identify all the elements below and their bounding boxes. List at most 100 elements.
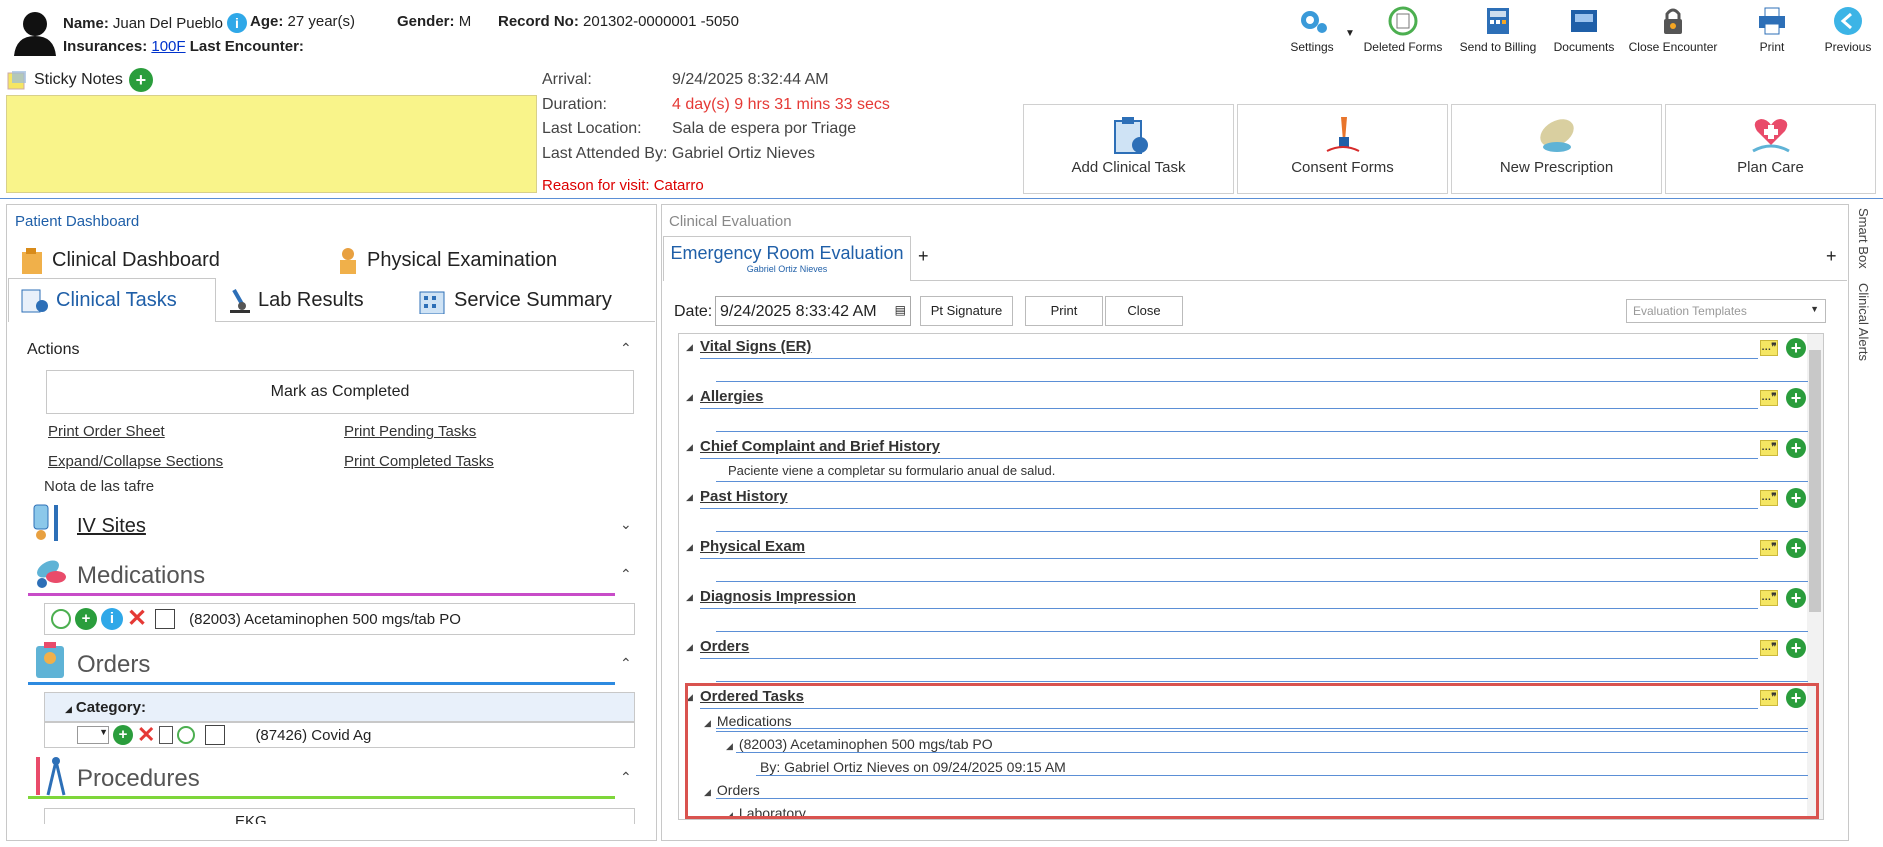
evaluation-print-button[interactable]: Print: [1025, 296, 1103, 326]
tab-clinical-tasks[interactable]: Clinical Tasks: [20, 286, 177, 314]
add-section-button[interactable]: +: [1786, 438, 1806, 458]
tab-lab-results[interactable]: Lab Results: [228, 286, 364, 314]
section-toggle[interactable]: ◢: [686, 542, 693, 553]
chevron-up-icon[interactable]: ⌃: [620, 340, 632, 357]
section-header[interactable]: Chief Complaint and Brief History: [700, 438, 940, 455]
previous-button[interactable]: Previous: [1803, 6, 1883, 54]
quote-note-icon[interactable]: …❞: [1760, 390, 1778, 406]
calculator-icon: [1487, 8, 1509, 34]
add-panel-button[interactable]: +: [1826, 246, 1837, 267]
arrival-label: Arrival:: [542, 71, 592, 88]
smart-box-tab[interactable]: Smart Box: [1856, 208, 1871, 269]
quote-note-icon[interactable]: …❞: [1760, 490, 1778, 506]
info-icon[interactable]: i: [101, 608, 123, 630]
quote-note-icon[interactable]: …❞: [1760, 590, 1778, 606]
last-encounter-label: Last Encounter:: [189, 38, 304, 55]
procedures-header: Procedures: [77, 765, 200, 792]
chevron-up-icon[interactable]: ⌃: [620, 655, 632, 672]
consent-forms-button[interactable]: Consent Forms: [1237, 104, 1448, 194]
add-section-button[interactable]: +: [1786, 338, 1806, 358]
add-section-button[interactable]: +: [1786, 538, 1806, 558]
deleted-forms-button[interactable]: Deleted Forms: [1358, 6, 1448, 54]
add-section-button[interactable]: +: [1786, 638, 1806, 658]
duration-label: Duration:: [542, 95, 607, 113]
checkbox[interactable]: [205, 725, 226, 745]
section-header[interactable]: Past History: [700, 488, 788, 505]
medication-row[interactable]: + i ✕ (82003) Acetaminophen 500 mgs/tab …: [44, 603, 635, 635]
print-order-sheet-link[interactable]: Print Order Sheet: [48, 423, 165, 440]
delete-icon[interactable]: ✕: [127, 607, 147, 631]
delete-icon[interactable]: ✕: [137, 724, 155, 746]
sticky-notes-area[interactable]: [6, 95, 537, 193]
patient-gender: M: [458, 13, 472, 30]
send-to-billing-button[interactable]: Send to Billing: [1453, 6, 1543, 54]
refresh-icon[interactable]: [177, 726, 196, 744]
section-toggle[interactable]: ◢: [686, 492, 693, 503]
info-icon[interactable]: i: [226, 13, 247, 33]
ordered-by-text: By: Gabriel Ortiz Nieves on 09/24/2025 0…: [760, 759, 1066, 775]
tab-emergency-room-evaluation[interactable]: Emergency Room Evaluation Gabriel Ortiz …: [663, 236, 911, 281]
section-header[interactable]: Allergies: [700, 388, 763, 405]
quote-note-icon[interactable]: …❞: [1760, 440, 1778, 456]
last-attended-value: Gabriel Ortiz Nieves: [671, 144, 816, 162]
documents-button[interactable]: Documents: [1539, 6, 1629, 54]
calendar-icon[interactable]: ▤: [895, 303, 906, 317]
section-toggle[interactable]: ◢: [686, 592, 693, 603]
printer-icon: [1759, 7, 1785, 35]
quote-note-icon[interactable]: …❞: [1760, 540, 1778, 556]
chevron-down-icon[interactable]: ▼: [1345, 28, 1355, 39]
section-toggle[interactable]: ◢: [686, 642, 693, 653]
dropdown-icon[interactable]: ▼: [77, 726, 109, 744]
add-tab-button[interactable]: +: [918, 246, 929, 267]
section-toggle[interactable]: ◢: [686, 442, 693, 453]
evaluation-close-button[interactable]: Close: [1105, 296, 1183, 326]
orders-icon: [34, 640, 68, 683]
chevron-up-icon[interactable]: ⌃: [620, 566, 632, 583]
plan-care-button[interactable]: Plan Care: [1665, 104, 1876, 194]
checkbox[interactable]: [155, 609, 176, 629]
section-toggle[interactable]: ◢: [686, 342, 693, 353]
record-number: 201302-0000001 -5050: [583, 13, 739, 30]
new-prescription-button[interactable]: New Prescription: [1451, 104, 1662, 194]
print-pending-tasks-link[interactable]: Print Pending Tasks: [344, 423, 476, 440]
clinical-tasks-icon: [21, 289, 48, 313]
section-header[interactable]: Physical Exam: [700, 538, 805, 555]
add-section-button[interactable]: +: [1786, 588, 1806, 608]
chevron-up-icon[interactable]: ⌃: [620, 769, 632, 786]
add-sticky-note-button[interactable]: +: [128, 68, 153, 92]
tab-service-summary[interactable]: Service Summary: [418, 286, 612, 314]
date-field[interactable]: 9/24/2025 8:33:42 AM ▤: [715, 296, 911, 326]
refresh-icon[interactable]: [51, 609, 71, 629]
mark-as-completed-button[interactable]: Mark as Completed: [46, 370, 634, 414]
ordered-medications-group: Medications: [716, 713, 792, 729]
section-header[interactable]: Diagnosis Impression: [700, 588, 856, 605]
add-icon[interactable]: +: [113, 725, 133, 745]
section-header[interactable]: Vital Signs (ER): [700, 338, 811, 355]
quote-note-icon[interactable]: …❞: [1760, 640, 1778, 656]
quote-note-icon[interactable]: …❞: [1760, 340, 1778, 356]
patient-age: 27 year(s): [287, 13, 356, 30]
close-encounter-button[interactable]: Close Encounter: [1628, 6, 1718, 54]
settings-button[interactable]: Settings ▼: [1267, 6, 1357, 54]
chevron-down-icon[interactable]: ⌄: [620, 516, 632, 533]
expand-collapse-link[interactable]: Expand/Collapse Sections: [48, 453, 223, 470]
section-header[interactable]: Orders: [700, 638, 749, 655]
add-section-button[interactable]: +: [1786, 388, 1806, 408]
order-row[interactable]: ▼ + ✕ (87426) Covid Ag: [44, 722, 635, 748]
add-section-button[interactable]: +: [1786, 488, 1806, 508]
building-icon: [419, 291, 445, 314]
iv-sites-header[interactable]: IV Sites: [77, 515, 146, 538]
section-toggle[interactable]: ◢: [686, 392, 693, 403]
insurance-link[interactable]: 100F: [151, 38, 185, 55]
tab-clinical-dashboard[interactable]: Clinical Dashboard: [20, 246, 220, 274]
print-completed-tasks-link[interactable]: Print Completed Tasks: [344, 453, 494, 470]
medications-icon: [30, 555, 70, 594]
clinical-alerts-tab[interactable]: Clinical Alerts: [1856, 283, 1871, 361]
add-icon[interactable]: +: [75, 608, 97, 630]
add-clinical-task-button[interactable]: Add Clinical Task: [1023, 104, 1234, 194]
pt-signature-button[interactable]: Pt Signature: [920, 296, 1013, 326]
tab-physical-examination[interactable]: Physical Examination: [335, 246, 557, 274]
procedure-row[interactable]: EKG: [44, 808, 635, 824]
document-icon[interactable]: [159, 726, 174, 744]
evaluation-templates-select[interactable]: Evaluation Templates ▼: [1626, 299, 1826, 323]
